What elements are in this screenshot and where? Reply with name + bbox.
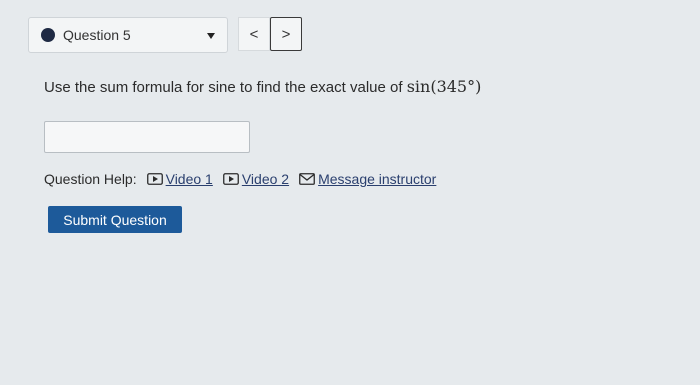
question-math-expression: sin(345°)	[406, 77, 482, 96]
video-icon	[222, 173, 239, 185]
answer-input[interactable]	[44, 121, 250, 153]
previous-question-button[interactable]: <	[238, 17, 270, 51]
message-instructor-link-label: Message instructor	[318, 171, 437, 187]
question-help-label: Question Help:	[44, 171, 137, 187]
video-1-link-label: Video 1	[165, 171, 213, 187]
submit-question-button[interactable]: Submit Question	[48, 206, 182, 233]
next-question-button[interactable]: >	[270, 17, 302, 51]
video-icon	[146, 173, 163, 185]
question-status-dot	[41, 28, 55, 42]
question-select[interactable]: Question 5	[28, 17, 228, 53]
message-instructor-link[interactable]: Message instructor	[299, 171, 436, 187]
mail-icon	[299, 173, 315, 185]
question-prompt-text: Use the sum formula for sine to find the…	[44, 79, 407, 96]
question-prompt: Use the sum formula for sine to find the…	[44, 77, 481, 96]
video-2-link[interactable]: Video 2	[222, 171, 290, 187]
question-help: Question Help: Video 1 Video 2 Message i…	[44, 171, 446, 187]
video-1-link[interactable]: Video 1	[146, 171, 213, 187]
dropdown-arrow-icon	[207, 33, 215, 39]
video-2-link-label: Video 2	[241, 171, 290, 187]
question-select-label: Question 5	[63, 27, 131, 43]
